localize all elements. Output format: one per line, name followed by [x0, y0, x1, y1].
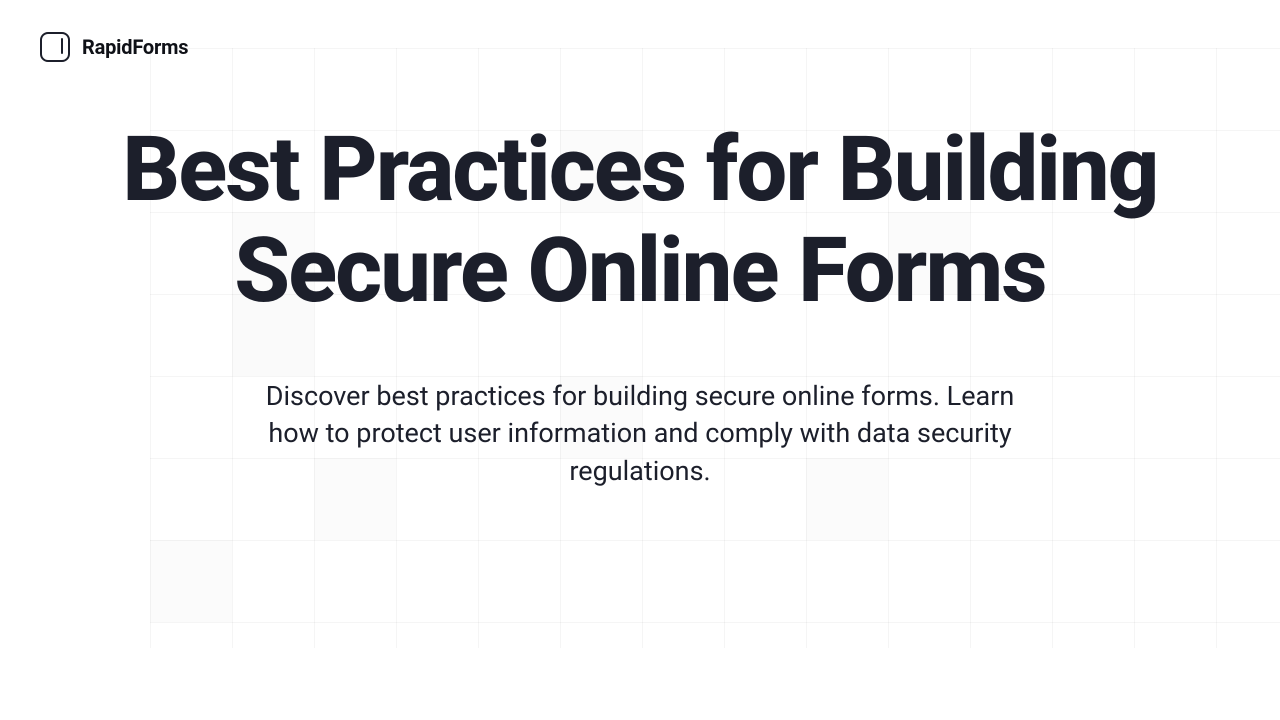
- brand-logo[interactable]: RapidForms: [40, 32, 188, 62]
- hero-content: Best Practices for Building Secure Onlin…: [0, 120, 1280, 491]
- logo-icon: [40, 32, 70, 62]
- brand-name: RapidForms: [82, 35, 188, 59]
- page-subtitle: Discover best practices for building sec…: [260, 378, 1020, 491]
- background-square: [150, 540, 232, 622]
- page-title: Best Practices for Building Secure Onlin…: [100, 120, 1180, 322]
